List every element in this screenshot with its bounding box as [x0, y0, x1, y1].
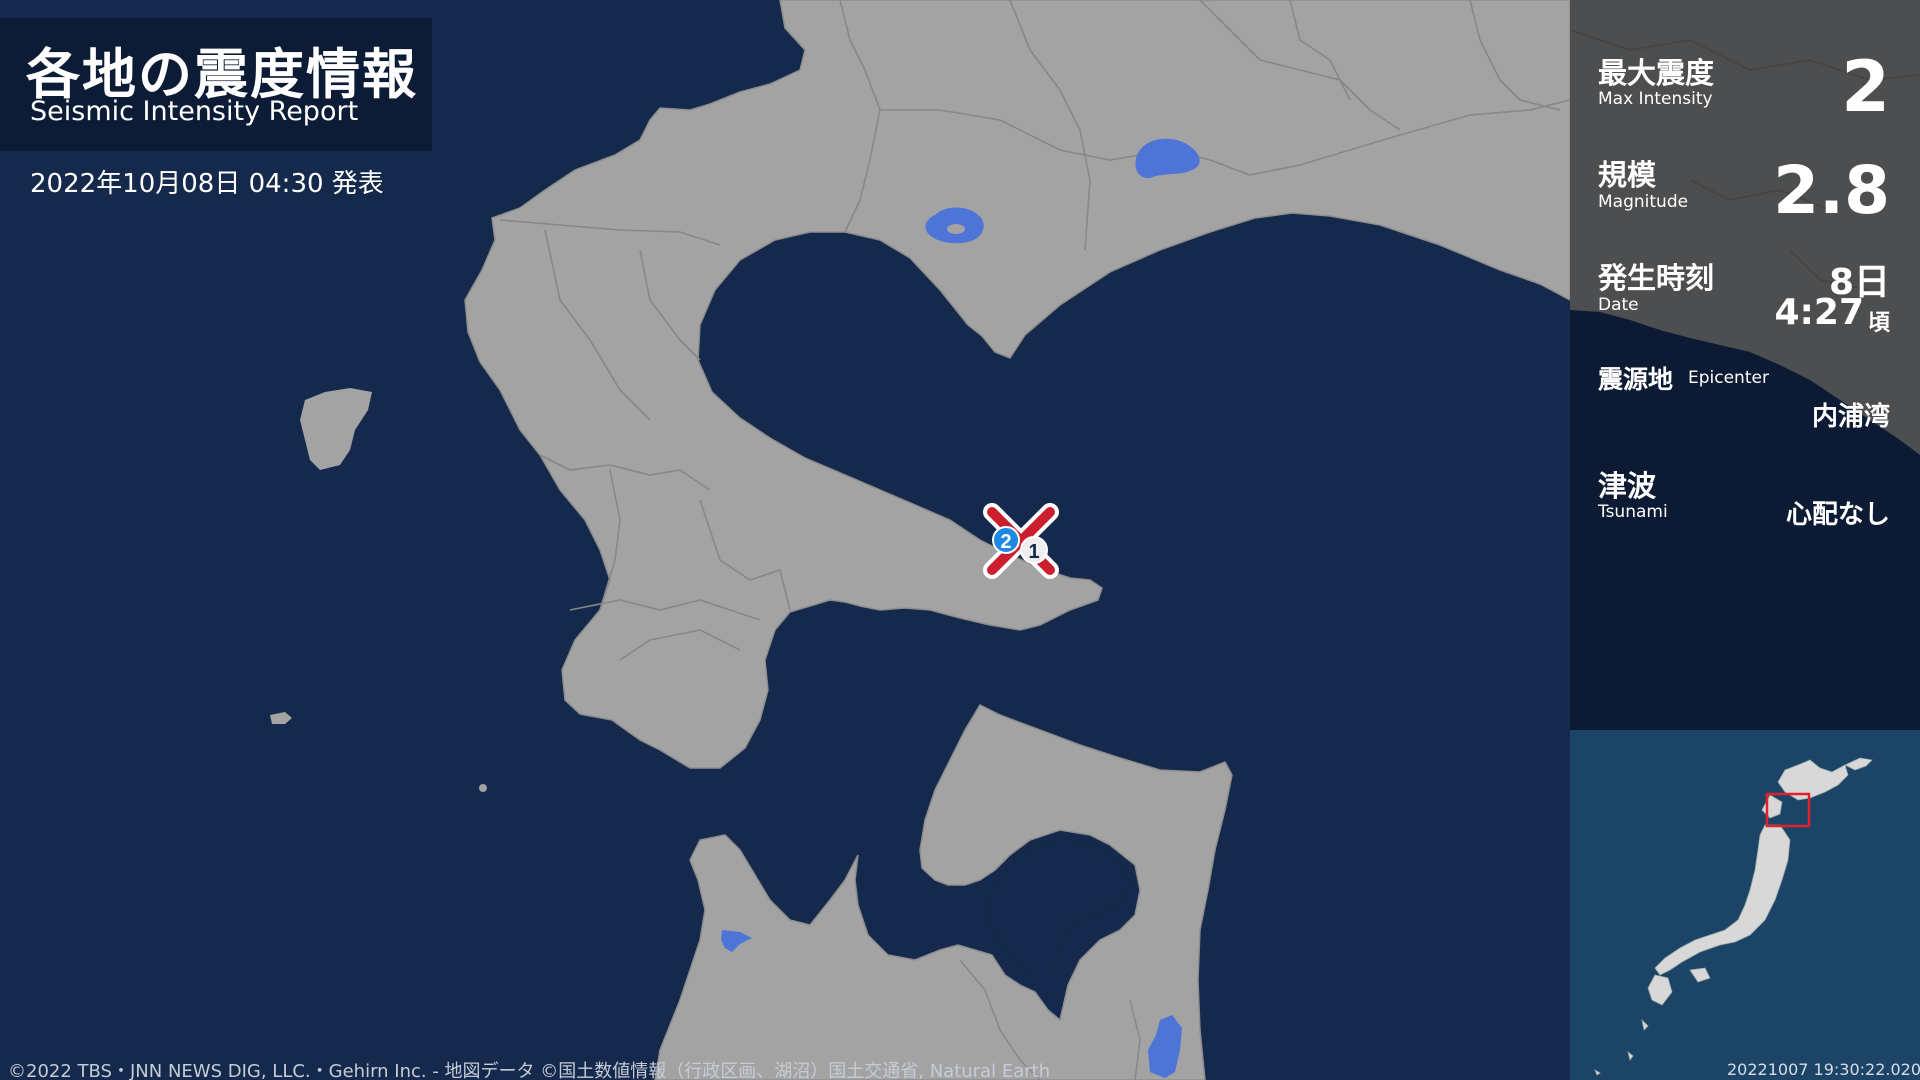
epicenter-value: 内浦湾: [1811, 402, 1890, 432]
japan-overview: [1570, 730, 1920, 1080]
tsunami-label-en: Tsunami: [1598, 502, 1668, 522]
max-intensity-label: 最大震度: [1598, 56, 1715, 90]
data-timestamp: 20221007 19:30:22.020: [1727, 1060, 1920, 1079]
station-intensity-1-label: 1: [1028, 541, 1039, 563]
date-approx: 頃: [1867, 311, 1890, 336]
overview-inset-map[interactable]: [1570, 730, 1920, 1080]
magnitude-label: 規模: [1598, 158, 1657, 192]
issued-time: 2022年10月08日 04:30 発表: [30, 169, 384, 199]
info-panel: 最大震度 Max Intensity 2 規模 Magnitude 2.8 発生…: [1570, 0, 1920, 730]
report-subtitle: Seismic Intensity Report: [30, 96, 359, 127]
date-label: 発生時刻: [1598, 261, 1715, 295]
tsunami-label: 津波: [1598, 469, 1657, 503]
magnitude-value: 2.8: [1773, 152, 1890, 229]
epicenter-label: 震源地: [1598, 365, 1674, 394]
tsunami-value: 心配なし: [1785, 500, 1890, 530]
report-screen: 1 2 各地の震度情報 Seismic Intensity Report 202…: [0, 0, 1920, 1080]
magnitude-label-en: Magnitude: [1598, 192, 1689, 212]
epicenter-label-en: Epicenter: [1688, 368, 1769, 388]
islet: [479, 784, 487, 792]
station-intensity-2-label: 2: [1000, 531, 1011, 553]
date-label-en: Date: [1598, 295, 1639, 315]
max-intensity-value: 2: [1841, 46, 1890, 128]
max-intensity-label-en: Max Intensity: [1598, 89, 1713, 109]
station-intensity-1-marker[interactable]: 1: [1020, 536, 1048, 564]
date-time: 4:27: [1774, 292, 1864, 333]
lake-toya-island: [947, 224, 965, 234]
station-intensity-2-marker[interactable]: 2: [992, 526, 1020, 554]
credits-footer: ©2022 TBS・JNN NEWS DIG, LLC.・Gehirn Inc.…: [8, 1061, 1051, 1080]
